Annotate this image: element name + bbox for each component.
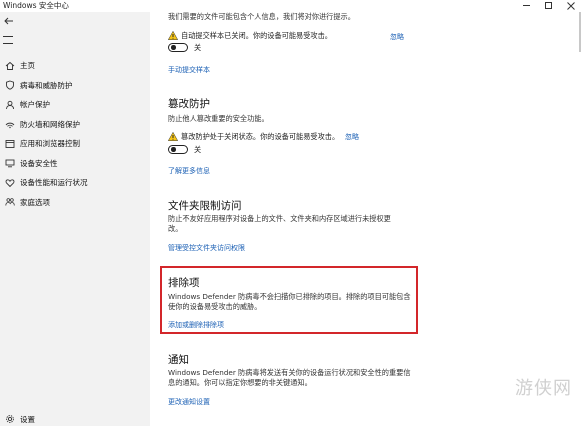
app-browser-icon <box>4 138 16 150</box>
minimize-icon <box>522 5 530 6</box>
warning-icon <box>168 132 178 141</box>
sidebar-item-label: 设备安全性 <box>20 158 58 168</box>
menu-icon-line <box>3 36 13 37</box>
sidebar-item-label: 帐户保护 <box>20 100 50 110</box>
back-arrow-icon <box>4 17 13 25</box>
person-icon <box>4 99 16 111</box>
auto-sample-dismiss-link[interactable]: 忽略 <box>390 32 404 42</box>
family-icon <box>4 196 16 208</box>
close-icon <box>567 1 575 10</box>
window-title: Windows 安全中心 <box>3 1 69 10</box>
warning-icon <box>168 31 178 40</box>
manual-sample-link[interactable]: 手动提交样本 <box>168 65 210 75</box>
tamper-description: 防止他人篡改重要的安全功能。 <box>168 114 269 123</box>
tamper-learn-more-link[interactable]: 了解更多信息 <box>168 166 210 176</box>
sidebar-item-label: 病毒和威胁防护 <box>20 80 73 90</box>
network-icon <box>4 118 16 130</box>
auto-sample-warning: 自动提交样本已关闭。你的设备可能易受攻击。 <box>168 30 332 41</box>
manage-folder-access-link[interactable]: 管理受控文件夹访问权限 <box>168 243 245 253</box>
sidebar-item-device-health[interactable]: 设备性能和运行状况 <box>0 173 150 193</box>
auto-sample-toggle[interactable] <box>168 43 188 52</box>
back-button[interactable] <box>2 15 16 27</box>
folder-access-description-2: 改。 <box>168 224 183 233</box>
home-icon <box>4 60 16 72</box>
toggle-knob <box>171 45 176 50</box>
sidebar-item-label: 主页 <box>20 61 35 71</box>
tamper-toggle-label: 关 <box>194 144 202 154</box>
exclusions-description-2: 使你的设备易受攻击的威胁。 <box>168 302 262 311</box>
main-content: 我们需要的文件可能包含个人信息，我们将对你进行提示。 自动提交样本已关闭。你的设… <box>150 12 578 426</box>
sidebar-item-family[interactable]: 家庭选项 <box>0 193 150 213</box>
sidebar-item-home[interactable]: 主页 <box>0 56 150 76</box>
auto-sample-intro: 我们需要的文件可能包含个人信息，我们将对你进行提示。 <box>168 12 355 21</box>
scrollbar-thumb[interactable] <box>579 12 581 52</box>
sidebar-nav: 主页 病毒和威胁防护 帐户保护 防火墙和网络保护 应用和浏览器控制 设备安全性 … <box>0 56 150 212</box>
tamper-toggle[interactable] <box>168 145 188 154</box>
sidebar-item-app-browser[interactable]: 应用和浏览器控制 <box>0 134 150 154</box>
notifications-heading: 通知 <box>168 354 189 366</box>
folder-access-heading: 文件夹限制访问 <box>168 200 242 212</box>
sidebar: 主页 病毒和威胁防护 帐户保护 防火墙和网络保护 应用和浏览器控制 设备安全性 … <box>0 12 150 426</box>
auto-sample-toggle-row: 关 <box>168 42 201 53</box>
sidebar-item-device-security[interactable]: 设备安全性 <box>0 154 150 174</box>
sidebar-item-label: 家庭选项 <box>20 197 50 207</box>
tamper-warning-text: 篡改防护处于关闭状态。你的设备可能易受攻击。 <box>181 131 340 141</box>
heart-icon <box>4 177 16 189</box>
tamper-warning: 篡改防护处于关闭状态。你的设备可能易受攻击。 <box>168 131 339 142</box>
watermark-logo: 游侠网 <box>515 378 572 399</box>
gear-icon <box>4 413 16 425</box>
settings-button[interactable]: 设置 <box>4 412 35 426</box>
auto-sample-toggle-label: 关 <box>194 42 202 52</box>
sidebar-item-firewall[interactable]: 防火墙和网络保护 <box>0 115 150 135</box>
exclusions-heading: 排除项 <box>168 277 200 289</box>
shield-icon <box>4 79 16 91</box>
minimize-button[interactable] <box>516 0 536 11</box>
notifications-description-2: 息的通知。你可以指定你想要的非关键通知。 <box>168 378 312 387</box>
change-notification-settings-link[interactable]: 更改通知设置 <box>168 397 210 407</box>
device-security-icon <box>4 157 16 169</box>
sidebar-item-label: 防火墙和网络保护 <box>20 119 80 129</box>
settings-label: 设置 <box>20 414 35 424</box>
close-button[interactable] <box>561 0 581 11</box>
maximize-icon <box>544 2 552 9</box>
sidebar-item-label: 设备性能和运行状况 <box>20 178 88 188</box>
maximize-button[interactable] <box>538 0 558 11</box>
sidebar-item-virus-protection[interactable]: 病毒和威胁防护 <box>0 76 150 96</box>
menu-button[interactable] <box>3 36 13 44</box>
folder-access-description-1: 防止不友好应用程序对设备上的文件、文件夹和内存区域进行未授权更 <box>168 214 391 223</box>
menu-icon-line <box>3 43 13 44</box>
tamper-heading: 篡改防护 <box>168 98 210 110</box>
tamper-dismiss-link[interactable]: 忽略 <box>345 132 359 142</box>
scrollbar[interactable] <box>578 12 582 392</box>
auto-sample-warning-text: 自动提交样本已关闭。你的设备可能易受攻击。 <box>181 30 332 40</box>
toggle-knob <box>171 147 176 152</box>
sidebar-item-account-protection[interactable]: 帐户保护 <box>0 95 150 115</box>
sidebar-item-label: 应用和浏览器控制 <box>20 139 80 149</box>
add-remove-exclusions-link[interactable]: 添加或删除排除项 <box>168 320 224 330</box>
tamper-toggle-row: 关 <box>168 144 201 155</box>
